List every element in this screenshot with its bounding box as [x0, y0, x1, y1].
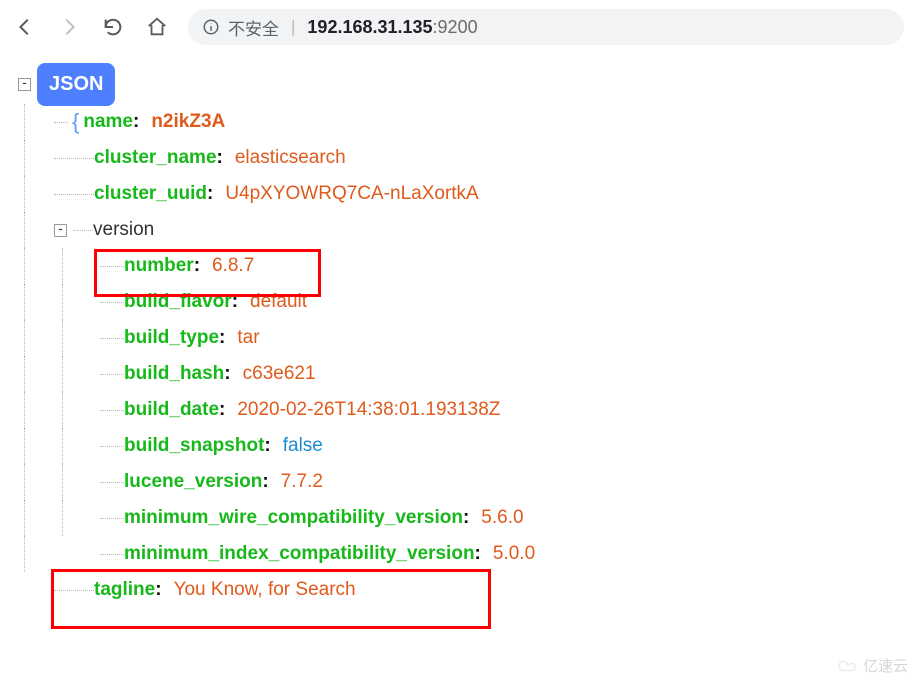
url-port: :9200 — [433, 17, 478, 37]
min-index-row: minimum_index_compatibility_version : 5.… — [18, 536, 900, 572]
url-host: 192.168.31.135 — [307, 17, 432, 37]
json-badge: JSON — [37, 63, 115, 106]
val-lucene-version: 7.7.2 — [281, 464, 323, 499]
name-row: { name : n2ikZ3A — [18, 104, 900, 140]
key-cluster-name: cluster_name — [94, 140, 217, 175]
val-build-snapshot: false — [283, 428, 323, 463]
number-row: number : 6.8.7 — [18, 248, 900, 284]
root-row: - JSON — [18, 64, 900, 104]
reload-button[interactable] — [102, 16, 124, 38]
val-tagline: You Know, for Search — [174, 572, 356, 607]
key-min-index: minimum_index_compatibility_version — [124, 536, 475, 571]
forward-button[interactable] — [58, 16, 80, 38]
key-cluster-uuid: cluster_uuid — [94, 176, 207, 211]
security-label: 不安全 — [228, 15, 279, 40]
url: 192.168.31.135:9200 — [307, 17, 477, 38]
build-snapshot-row: build_snapshot : false — [18, 428, 900, 464]
key-build-snapshot: build_snapshot — [124, 428, 264, 463]
cluster-name-row: cluster_name : elasticsearch — [18, 140, 900, 176]
key-build-date: build_date — [124, 392, 219, 427]
key-name: name — [83, 104, 133, 139]
key-min-wire: minimum_wire_compatibility_version — [124, 500, 463, 535]
val-build-flavor: default — [250, 284, 307, 319]
address-bar[interactable]: 不安全 | 192.168.31.135:9200 — [188, 9, 904, 45]
val-cluster-name: elasticsearch — [235, 140, 346, 175]
val-build-type: tar — [237, 320, 259, 355]
collapse-toggle-root[interactable]: - — [18, 78, 31, 91]
watermark: 亿速云 — [837, 655, 908, 676]
version-label: version — [93, 212, 154, 247]
val-min-wire: 5.6.0 — [481, 500, 523, 535]
version-row: - version — [18, 212, 900, 248]
watermark-text: 亿速云 — [863, 655, 908, 676]
colon: : — [133, 104, 139, 139]
build-hash-row: build_hash : c63e621 — [18, 356, 900, 392]
key-number: number — [124, 248, 194, 283]
brace-icon: { — [72, 102, 79, 143]
key-build-flavor: build_flavor — [124, 284, 232, 319]
val-build-date: 2020-02-26T14:38:01.193138Z — [237, 392, 500, 427]
val-name: n2ikZ3A — [151, 104, 225, 139]
min-wire-row: minimum_wire_compatibility_version : 5.6… — [18, 500, 900, 536]
collapse-toggle-version[interactable]: - — [54, 224, 67, 237]
val-build-hash: c63e621 — [243, 356, 316, 391]
key-build-hash: build_hash — [124, 356, 224, 391]
cluster-uuid-row: cluster_uuid : U4pXYOWRQ7CA-nLaXortkA — [18, 176, 900, 212]
val-min-index: 5.0.0 — [493, 536, 535, 571]
lucene-version-row: lucene_version : 7.7.2 — [18, 464, 900, 500]
build-flavor-row: build_flavor : default — [18, 284, 900, 320]
key-build-type: build_type — [124, 320, 219, 355]
build-date-row: build_date : 2020-02-26T14:38:01.193138Z — [18, 392, 900, 428]
nav-controls — [14, 16, 168, 38]
home-button[interactable] — [146, 16, 168, 38]
info-icon[interactable] — [202, 18, 220, 36]
key-lucene-version: lucene_version — [124, 464, 262, 499]
key-tagline: tagline — [94, 572, 155, 607]
build-type-row: build_type : tar — [18, 320, 900, 356]
separator: | — [291, 17, 295, 37]
tagline-row: tagline : You Know, for Search — [18, 572, 900, 608]
val-cluster-uuid: U4pXYOWRQ7CA-nLaXortkA — [225, 176, 478, 211]
browser-toolbar: 不安全 | 192.168.31.135:9200 — [0, 0, 918, 54]
val-number: 6.8.7 — [212, 248, 254, 283]
json-viewer: - JSON { name : n2ikZ3A cluster_name : e… — [0, 54, 918, 618]
back-button[interactable] — [14, 16, 36, 38]
